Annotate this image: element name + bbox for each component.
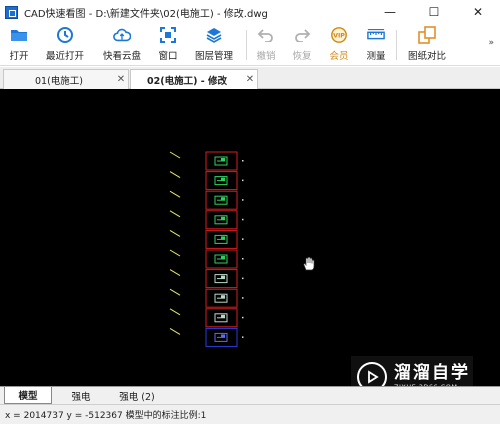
annotation-dot <box>242 160 244 162</box>
redo-button[interactable]: 恢复 <box>290 26 314 64</box>
compare-button[interactable]: 图纸对比 <box>405 26 449 64</box>
window-icon <box>159 26 177 44</box>
annotation-dot <box>242 316 244 319</box>
leader-line <box>169 229 181 237</box>
compare-icon <box>418 26 436 44</box>
hand-cursor-icon <box>303 256 315 271</box>
window-button[interactable]: 窗口 <box>156 26 180 64</box>
leader-line <box>169 151 181 159</box>
recent-button[interactable]: 最近打开 <box>43 26 87 64</box>
tab-label: 02(电施工) - 修改 <box>147 75 227 87</box>
open-label: 打开 <box>9 51 29 62</box>
cloud-button[interactable]: 快看云盘 <box>100 26 144 64</box>
status-bar: x = 2014737 y = -512367 模型中的标注比例:1 <box>0 404 500 424</box>
leader-line <box>169 308 181 316</box>
title-bar: CAD快速看图 - D:\新建文件夹\02(电施工) - 修改.dwg — ☐ … <box>0 0 500 24</box>
cloud-label: 快看云盘 <box>102 51 141 62</box>
annotation-dot <box>242 218 244 221</box>
undo-button[interactable]: 撤销 <box>254 26 278 64</box>
main-toolbar: 打开 最近打开 快看云盘 窗口 图层管理 撤销 恢复 VIP 会员 测量 图纸对… <box>0 24 500 66</box>
measure-button[interactable]: 测量 <box>364 26 388 64</box>
layers-button[interactable]: 图层管理 <box>192 26 236 64</box>
leader-line <box>169 171 181 179</box>
tab-layout-qiangdian-2[interactable]: 强电 (2) <box>110 387 164 404</box>
leader-line <box>169 327 181 335</box>
device-symbol-fill <box>221 256 225 259</box>
device-symbol-fill <box>221 216 225 220</box>
annotation-dot <box>242 199 244 201</box>
tab-close-icon[interactable]: ✕ <box>243 74 257 85</box>
app-logo-icon <box>5 5 18 19</box>
tab-layout-qiangdian[interactable]: 强电 <box>56 387 106 404</box>
compare-label: 图纸对比 <box>407 51 446 62</box>
device-symbol-fill <box>221 236 225 240</box>
measure-label: 测量 <box>366 51 386 62</box>
vip-badge-text: VIP <box>333 33 345 40</box>
toolbar-divider <box>246 30 247 60</box>
device-symbol-fill <box>221 334 225 338</box>
leader-line <box>169 190 181 198</box>
leader-line <box>169 269 181 277</box>
layout-tabs: 模型 强电 强电 (2) <box>0 386 500 404</box>
redo-icon <box>293 26 311 44</box>
redo-label: 恢复 <box>292 51 312 62</box>
toolbar-overflow-button[interactable]: » <box>488 38 494 48</box>
annotation-dot <box>242 238 244 240</box>
folder-icon <box>10 26 28 44</box>
open-button[interactable]: 打开 <box>6 26 32 64</box>
device-symbol-fill <box>221 295 225 299</box>
vip-badge-icon: VIP <box>330 26 348 44</box>
device-symbol-fill <box>221 275 225 279</box>
undo-icon <box>257 26 275 44</box>
ruler-icon <box>367 26 385 44</box>
vip-label: 会员 <box>329 51 349 62</box>
cloud-icon <box>113 26 131 44</box>
layers-label: 图层管理 <box>194 51 233 62</box>
tab-close-icon[interactable]: ✕ <box>114 74 128 85</box>
tab-label: 01(电施工) <box>34 75 83 87</box>
tab-doc-02[interactable]: 02(电施工) - 修改 ✕ <box>130 69 258 89</box>
leader-line <box>169 210 181 218</box>
annotation-dot <box>242 258 244 260</box>
maximize-button[interactable]: ☐ <box>412 0 456 24</box>
undo-label: 撤销 <box>256 51 276 62</box>
annotation-dot <box>242 336 244 338</box>
leader-line <box>169 249 181 257</box>
device-symbol-fill <box>221 314 225 318</box>
status-coordinates: x = 2014737 y = -512367 模型中的标注比例:1 <box>5 411 207 421</box>
minimize-button[interactable]: — <box>368 0 412 24</box>
close-button[interactable]: ✕ <box>456 0 500 24</box>
window-controls: — ☐ ✕ <box>368 0 500 24</box>
annotation-dot <box>242 277 244 280</box>
tab-model[interactable]: 模型 <box>4 387 52 404</box>
app-window: CAD快速看图 - D:\新建文件夹\02(电施工) - 修改.dwg — ☐ … <box>0 0 500 424</box>
annotation-dot <box>242 179 244 182</box>
vip-button[interactable]: VIP 会员 <box>327 26 351 64</box>
device-symbol-fill <box>221 158 225 161</box>
leader-line <box>169 288 181 296</box>
device-symbol-fill <box>221 177 225 181</box>
watermark-name: 溜溜自学 <box>394 362 470 383</box>
tab-doc-01[interactable]: 01(电施工) ✕ <box>3 69 129 89</box>
device-symbol-fill <box>221 197 225 201</box>
drawing-canvas[interactable] <box>0 89 500 386</box>
toolbar-divider <box>396 30 397 60</box>
document-tabs: 01(电施工) ✕ 02(电施工) - 修改 ✕ <box>0 67 500 89</box>
layers-icon <box>205 26 223 44</box>
window-label: 窗口 <box>158 51 178 62</box>
recent-label: 最近打开 <box>45 51 84 62</box>
cad-drawing <box>169 151 244 347</box>
history-icon <box>56 26 74 44</box>
annotation-dot <box>242 297 244 299</box>
window-title: CAD快速看图 - D:\新建文件夹\02(电施工) - 修改.dwg <box>24 8 268 20</box>
